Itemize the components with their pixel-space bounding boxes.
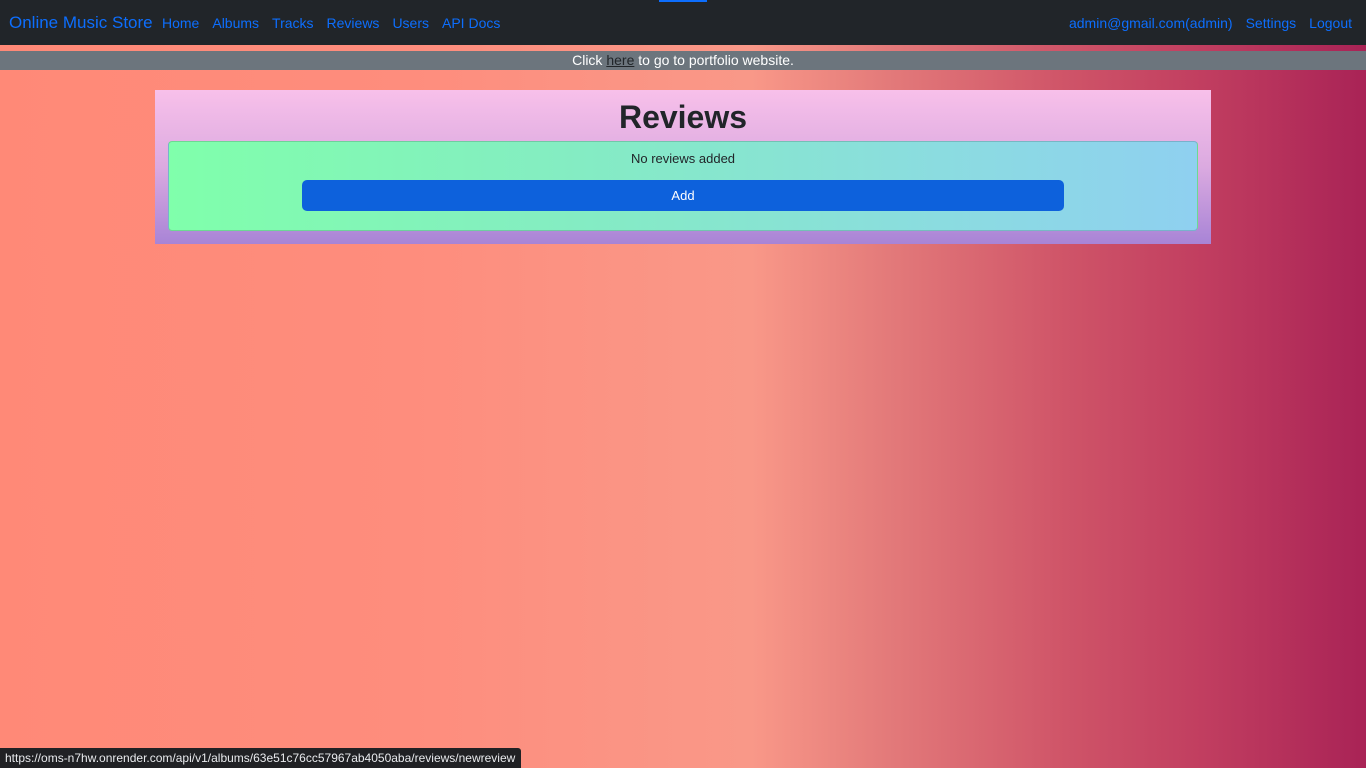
- nav-link-tracks[interactable]: Tracks: [272, 15, 313, 32]
- banner-prefix: Click: [572, 52, 607, 68]
- status-bar-url: https://oms-n7hw.onrender.com/api/v1/alb…: [0, 748, 522, 768]
- nav-link-users[interactable]: Users: [392, 15, 429, 32]
- add-review-button[interactable]: Add: [302, 180, 1064, 211]
- nav-link-home[interactable]: Home: [162, 15, 199, 32]
- brand-link[interactable]: Online Music Store: [9, 13, 153, 33]
- nav-link-albums[interactable]: Albums: [212, 15, 259, 32]
- banner-suffix: to go to portfolio website.: [634, 52, 794, 68]
- nav-link-api-docs[interactable]: API Docs: [442, 15, 500, 32]
- empty-reviews-message: No reviews added: [630, 151, 736, 166]
- logout-link[interactable]: Logout: [1309, 15, 1352, 32]
- portfolio-link[interactable]: here: [606, 52, 634, 68]
- user-nav: admin@gmail.com(admin) Settings Logout: [1056, 15, 1352, 32]
- main-nav: Home Albums Tracks Reviews Users API Doc…: [162, 15, 513, 32]
- user-account-link[interactable]: admin@gmail.com(admin): [1069, 15, 1233, 32]
- active-indicator: [659, 0, 707, 2]
- top-navbar: Online Music Store Home Albums Tracks Re…: [0, 0, 1366, 45]
- portfolio-banner: Click here to go to portfolio website.: [0, 51, 1366, 70]
- nav-link-reviews[interactable]: Reviews: [327, 15, 380, 32]
- page-title: Reviews: [618, 99, 748, 135]
- settings-link[interactable]: Settings: [1246, 15, 1297, 32]
